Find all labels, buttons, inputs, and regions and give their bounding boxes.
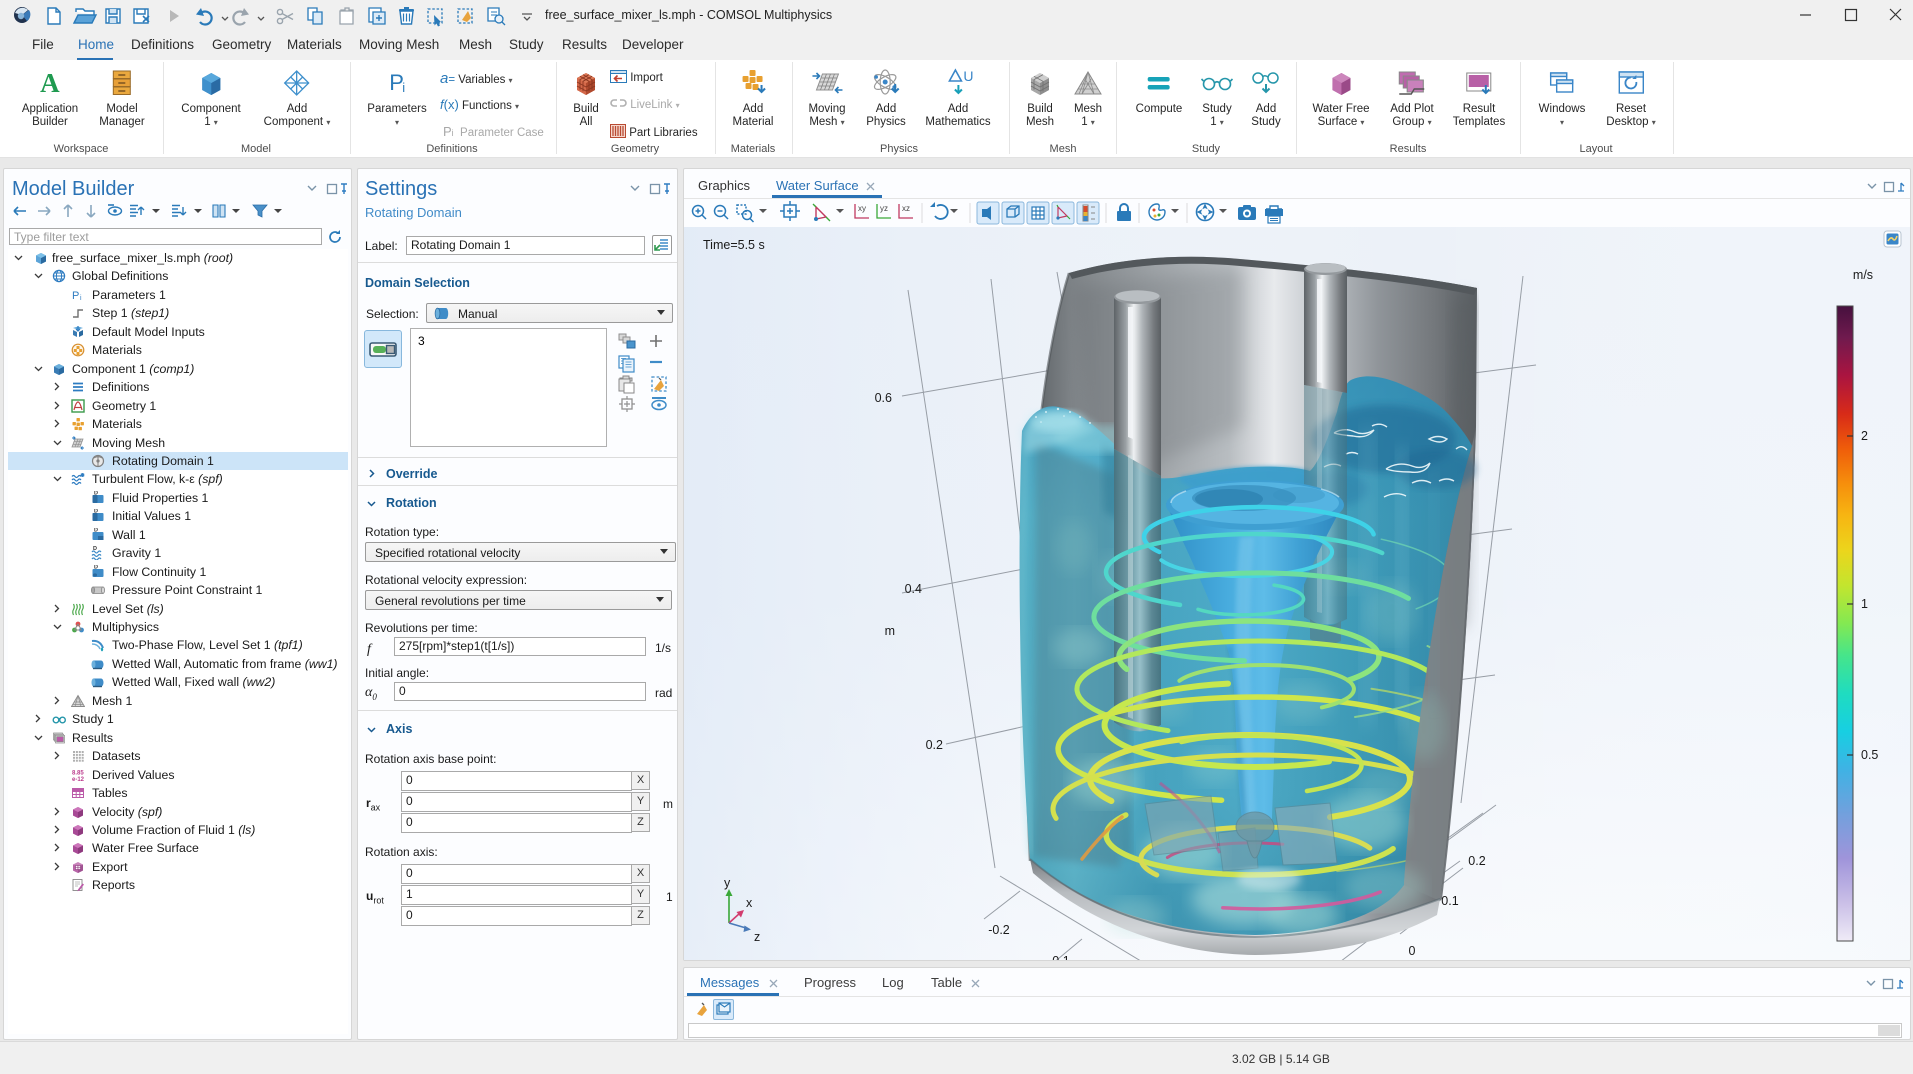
svg-text:0.1: 0.1 (1052, 954, 1069, 961)
svg-text:0.5: 0.5 (1861, 748, 1878, 762)
svg-text:0.2: 0.2 (1468, 854, 1485, 868)
svg-text:m: m (885, 624, 895, 638)
svg-text:2: 2 (1861, 429, 1868, 443)
svg-text:D: D (94, 509, 98, 515)
svg-text:z: z (754, 930, 760, 944)
svg-text:0: 0 (1409, 944, 1416, 958)
svg-text:yz: yz (880, 204, 888, 213)
svg-text:-0.2: -0.2 (988, 923, 1010, 937)
svg-text:xz: xz (902, 204, 910, 213)
svg-text:xy: xy (858, 204, 866, 213)
svg-text:0.1: 0.1 (1441, 894, 1458, 908)
svg-text:0.6: 0.6 (875, 391, 892, 405)
svg-text:A: A (40, 68, 60, 98)
svg-text:D: D (94, 565, 98, 571)
svg-text:e-12: e-12 (72, 777, 85, 782)
svg-text:0.4: 0.4 (905, 582, 922, 596)
svg-text:D: D (94, 491, 98, 497)
svg-text:x: x (746, 896, 753, 910)
svg-text:D: D (93, 546, 97, 552)
svg-text:i: i (402, 80, 405, 95)
svg-text:m/s: m/s (1853, 268, 1873, 282)
svg-text:y: y (724, 876, 731, 890)
svg-text:i: i (80, 295, 82, 302)
svg-text:1: 1 (1861, 597, 1868, 611)
svg-text:U: U (963, 68, 973, 84)
svg-text:8.85: 8.85 (72, 770, 84, 776)
svg-text:P: P (72, 290, 79, 302)
svg-text:D: D (94, 528, 98, 534)
svg-text:0.2: 0.2 (926, 738, 943, 752)
svg-text:Time=5.5 s: Time=5.5 s (703, 238, 765, 252)
